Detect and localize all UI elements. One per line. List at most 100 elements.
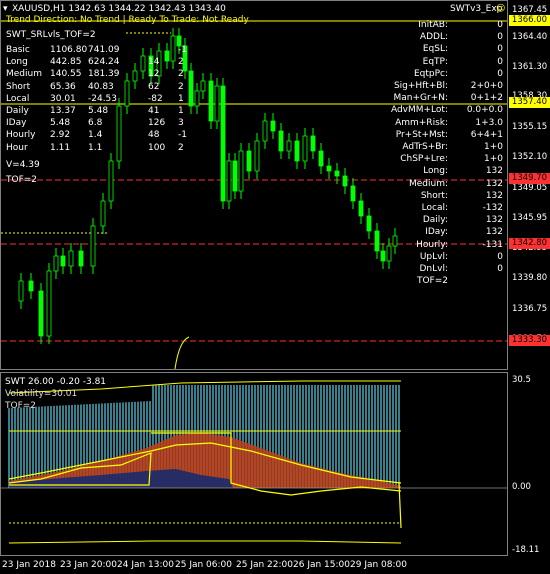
panel-value: 0 <box>497 251 503 262</box>
expert-name[interactable]: SWTv3_Exp <box>450 4 502 14</box>
candle-body <box>318 150 324 167</box>
panel-value: 132 <box>485 178 503 189</box>
candle-body <box>90 225 96 267</box>
candle-body <box>38 290 44 337</box>
levels-cell: Hourly <box>6 130 36 141</box>
candle-body <box>254 140 260 172</box>
levels-cell: -1 <box>178 45 187 55</box>
price-label: 1367.45 <box>512 5 548 15</box>
levels-cell: 1106.80 <box>50 45 88 55</box>
panel-label: InitAB: <box>418 20 448 30</box>
levels-cell: 741.09 <box>88 45 120 55</box>
levels-cell: 13.37 <box>50 106 76 116</box>
levels-cell: Short <box>6 81 31 92</box>
levels-cell: 62 <box>148 81 160 92</box>
levels-cell: 2.92 <box>50 130 71 141</box>
panel-label: AdvMM+Lot: <box>390 105 448 116</box>
candle-body <box>100 200 106 227</box>
levels-cell: 2 <box>178 81 184 92</box>
ind-axis-top: 30.5 <box>512 375 531 385</box>
candle-body <box>46 270 52 337</box>
panel-label: Long: <box>423 166 448 177</box>
indicator-tof: TOF=2 <box>5 401 37 411</box>
levels-cell: Medium <box>6 69 42 80</box>
panel-label: EqSL: <box>422 44 448 55</box>
levels-cell: 65.36 <box>50 81 76 92</box>
levels-cell: 1.11 <box>50 142 71 153</box>
candle-body <box>164 50 170 62</box>
candle-body <box>270 120 276 132</box>
price-label: 1349.05 <box>512 183 548 193</box>
levels-cell: 5.48 <box>50 118 71 129</box>
time-label: 25 Jan 06:00 <box>175 560 232 570</box>
panel-value: -131 <box>482 239 503 250</box>
v-line: V=4.39 <box>6 160 40 170</box>
panel-label: EqtpPc: <box>413 68 448 79</box>
candle-body <box>310 135 316 152</box>
candle-body <box>232 160 238 192</box>
lower-band <box>8 540 402 544</box>
panel-value: 132 <box>485 166 503 177</box>
levels-cell: 1 <box>178 93 184 104</box>
candle-body <box>18 280 24 302</box>
candle-body <box>326 165 332 172</box>
panel-label: Hourly: <box>416 239 448 250</box>
chart-menu-icon[interactable]: ▾ <box>3 4 8 14</box>
signal-line <box>398 482 402 529</box>
panel-value: 0 <box>497 68 503 79</box>
levels-cell: 41 <box>148 106 160 116</box>
levels-cell: 2 <box>178 142 184 153</box>
price-level-marker: 1349.70 <box>509 173 550 184</box>
panel-label: Pr+St+Mst: <box>395 129 448 140</box>
panel-label: Medium: <box>408 178 448 189</box>
price-level-marker: 1366.00 <box>509 15 550 26</box>
levels-cell: 3 <box>178 118 184 129</box>
candle-body <box>214 85 220 122</box>
candle-body <box>188 70 194 107</box>
candle-body <box>208 80 214 122</box>
panel-value: 132 <box>485 227 503 238</box>
tof-line: TOF=2 <box>6 175 38 185</box>
levels-cell: 100 <box>148 142 166 153</box>
volatility-label: Volatility=30.01 <box>5 389 78 399</box>
price-level-marker: 1357.40 <box>509 97 550 108</box>
candle-body <box>342 175 348 187</box>
panel-value: 132 <box>485 215 503 226</box>
time-label: 24 Jan 13:00 <box>117 560 174 570</box>
levels-cell: Long <box>6 57 28 68</box>
trend-status-line: Trend Direction: No Trend | Ready To Tra… <box>6 15 249 25</box>
candle-body <box>200 80 206 92</box>
candle-body <box>392 235 398 247</box>
price-level-marker: 1342.80 <box>509 238 550 249</box>
candle-body <box>53 255 59 272</box>
candle-body <box>246 150 252 172</box>
levels-cell: 181.39 <box>88 69 120 80</box>
candle-body <box>366 215 372 232</box>
panel-value: 0 <box>497 32 503 43</box>
panel-value: 2+0+0 <box>470 81 503 91</box>
price-label: 1345.95 <box>512 213 548 223</box>
candle-body <box>278 130 284 152</box>
levels-cell: -1 <box>178 130 187 141</box>
levels-cell: 2 <box>178 57 184 68</box>
indicator-pane[interactable] <box>0 372 508 556</box>
levels-cell: 126 <box>148 118 166 129</box>
panel-label: ADDL: <box>419 32 448 43</box>
candle-body <box>170 35 176 62</box>
candle-body <box>374 230 380 252</box>
time-label: 25 Jan 22:00 <box>236 560 293 570</box>
ind-axis-bottom: -18.11 <box>512 545 540 555</box>
candle-body <box>194 90 200 107</box>
candle-body <box>226 160 232 202</box>
levels-cell: 30.01 <box>50 93 76 104</box>
levels-cell: 48 <box>148 130 160 141</box>
candle-body <box>132 70 138 82</box>
levels-cell: 1.1 <box>88 142 103 153</box>
levels-cell: 624.24 <box>88 57 120 68</box>
levels-cell: 1 <box>178 106 184 116</box>
price-label: 1352.10 <box>512 152 548 162</box>
panel-value: 0 <box>497 264 503 274</box>
candle-body <box>116 105 122 162</box>
panel-value: 0 <box>497 56 503 67</box>
levels-cell: Daily <box>6 106 29 116</box>
